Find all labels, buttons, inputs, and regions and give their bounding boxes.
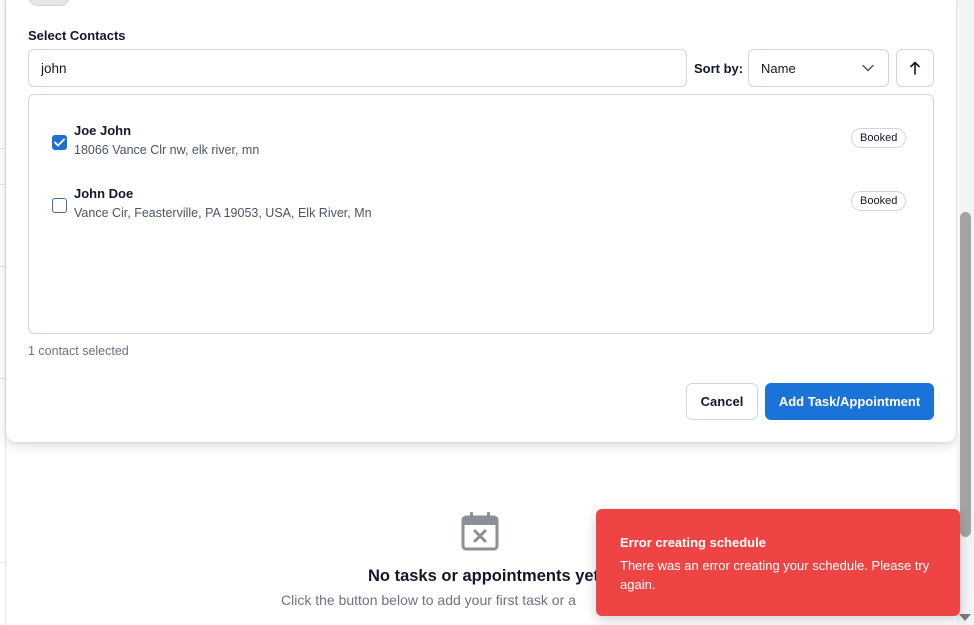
scrollbar-thumb[interactable] bbox=[960, 212, 971, 537]
empty-state-title: No tasks or appointments yet bbox=[368, 567, 600, 585]
toast-message: There was an error creating your schedul… bbox=[620, 558, 930, 592]
contact-address: 18066 Vance Clr nw, elk river, mn bbox=[74, 143, 260, 157]
sort-direction-button[interactable] bbox=[896, 49, 934, 87]
chevron-down-icon bbox=[862, 64, 874, 72]
schedule-modal: Select Contacts Sort by: Name Joe John bbox=[6, 0, 956, 442]
selected-count: 1 contact selected bbox=[28, 344, 129, 358]
contact-row[interactable]: Joe John 18066 Vance Clr nw, elk river, … bbox=[29, 123, 933, 167]
page: No tasks or appointments yet Click the b… bbox=[0, 0, 974, 625]
contact-name: Joe John bbox=[74, 123, 132, 138]
toast-title: Error creating schedule bbox=[620, 535, 766, 550]
sort-by-select[interactable]: Name bbox=[748, 49, 889, 87]
sort-by-value: Name bbox=[761, 60, 796, 76]
add-task-appointment-button[interactable]: Add Task/Appointment bbox=[765, 383, 934, 420]
contact-address: Vance Cir, Feasterville, PA 19053, USA, … bbox=[74, 206, 372, 220]
contact-checkbox[interactable] bbox=[52, 135, 67, 150]
status-badge: Booked bbox=[851, 191, 907, 211]
contact-list: Joe John 18066 Vance Clr nw, elk river, … bbox=[28, 94, 934, 334]
contact-search-input[interactable] bbox=[28, 49, 687, 87]
calendar-x-icon bbox=[461, 512, 499, 551]
arrow-up-icon bbox=[910, 61, 920, 75]
sort-by-label: Sort by: bbox=[694, 61, 744, 76]
select-contacts-label: Select Contacts bbox=[28, 28, 126, 43]
error-toast[interactable]: Error creating schedule There was an err… bbox=[596, 509, 960, 616]
contact-checkbox[interactable] bbox=[52, 198, 67, 213]
toggle-switch[interactable] bbox=[28, 0, 70, 6]
check-icon bbox=[54, 138, 65, 147]
scroll-down-arrow-icon[interactable] bbox=[959, 614, 971, 621]
contact-row[interactable]: John Doe Vance Cir, Feasterville, PA 190… bbox=[29, 186, 933, 230]
status-badge: Booked bbox=[851, 128, 907, 148]
empty-state-subtitle: Click the button below to add your first… bbox=[281, 592, 576, 608]
contact-name: John Doe bbox=[74, 186, 134, 201]
cancel-button[interactable]: Cancel bbox=[686, 383, 758, 420]
